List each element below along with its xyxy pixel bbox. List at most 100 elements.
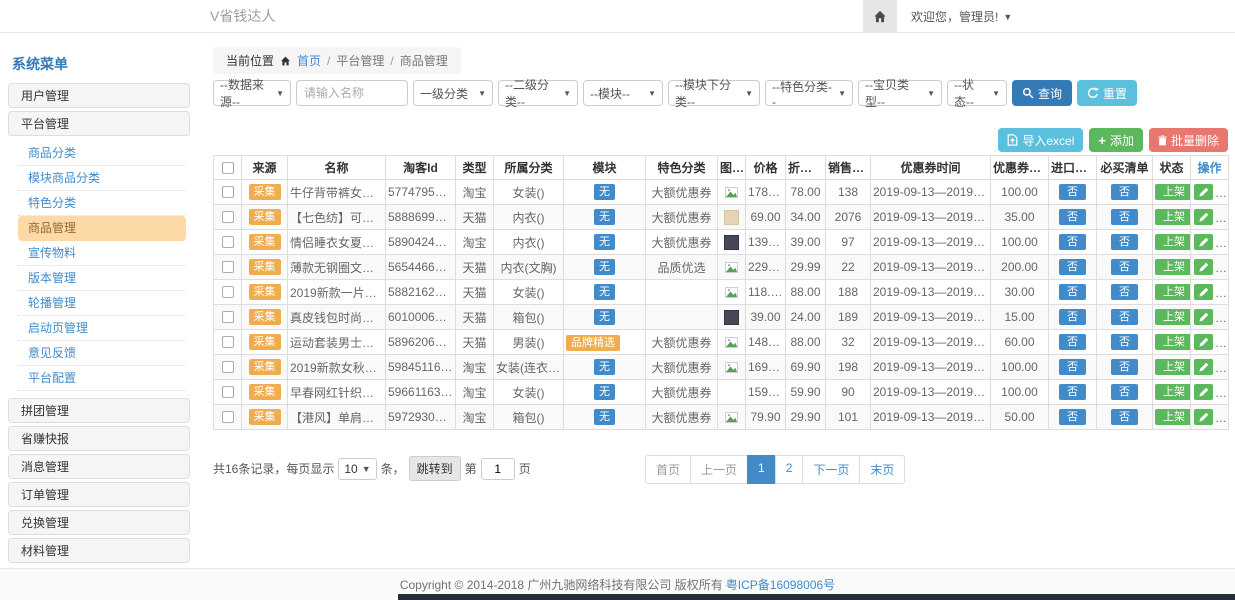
select-all-checkbox[interactable] bbox=[222, 162, 234, 174]
must-buy-toggle[interactable]: 否 bbox=[1111, 359, 1138, 375]
import-select-toggle[interactable]: 否 bbox=[1059, 309, 1086, 325]
status-badge[interactable]: 上架 bbox=[1155, 184, 1191, 200]
sidebar-group-group-buy-management[interactable]: 拼团管理 bbox=[8, 398, 190, 423]
icp-link[interactable]: 粤ICP备16098006号 bbox=[726, 576, 835, 593]
must-buy-toggle[interactable]: 否 bbox=[1111, 334, 1138, 350]
row-checkbox[interactable] bbox=[222, 286, 234, 298]
sidebar-item-platform-config[interactable]: 平台配置 bbox=[18, 366, 186, 391]
sidebar-group-user-management[interactable]: 用户管理 bbox=[8, 83, 190, 108]
row-checkbox[interactable] bbox=[222, 361, 234, 373]
edit-button[interactable] bbox=[1194, 409, 1213, 425]
page-size-select[interactable]: 10 ▼ bbox=[338, 458, 376, 480]
import-select-toggle[interactable]: 否 bbox=[1059, 334, 1086, 350]
jump-page-input[interactable] bbox=[481, 458, 515, 480]
pager-page-2[interactable]: 2 bbox=[775, 455, 804, 484]
product-name-input[interactable] bbox=[296, 80, 408, 106]
sidebar-group-message-management[interactable]: 消息管理 bbox=[8, 454, 190, 479]
edit-button[interactable] bbox=[1194, 184, 1213, 200]
sidebar-item-splash-page-management[interactable]: 启动页管理 bbox=[18, 316, 186, 341]
sidebar-group-exchange-management[interactable]: 兑换管理 bbox=[8, 510, 190, 535]
data-source-select[interactable]: --数据来源--▼ bbox=[213, 80, 291, 106]
reset-button[interactable]: 重置 bbox=[1077, 80, 1137, 106]
row-checkbox[interactable] bbox=[222, 236, 234, 248]
search-button[interactable]: 查询 bbox=[1012, 80, 1072, 106]
pager-page-1[interactable]: 1 bbox=[747, 455, 776, 484]
must-buy-toggle[interactable]: 否 bbox=[1111, 384, 1138, 400]
edit-button[interactable] bbox=[1194, 284, 1213, 300]
import-select-toggle[interactable]: 否 bbox=[1059, 209, 1086, 225]
add-button[interactable]: + 添加 bbox=[1089, 128, 1143, 152]
status-badge[interactable]: 上架 bbox=[1155, 384, 1191, 400]
caret-down-icon: ▼ bbox=[563, 89, 571, 98]
status-badge[interactable]: 上架 bbox=[1155, 409, 1191, 425]
module-select[interactable]: --模块--▼ bbox=[583, 80, 663, 106]
edit-button[interactable] bbox=[1194, 234, 1213, 250]
sidebar-group-platform-management[interactable]: 平台管理 bbox=[8, 111, 190, 136]
status-badge[interactable]: 上架 bbox=[1155, 284, 1191, 300]
edit-button[interactable] bbox=[1194, 209, 1213, 225]
level1-category-select[interactable]: 一级分类▼ bbox=[413, 80, 493, 106]
price-cell: 39.00 bbox=[746, 305, 786, 330]
item-type-select[interactable]: --宝贝类型--▼ bbox=[858, 80, 942, 106]
sidebar-item-carousel-management[interactable]: 轮播管理 bbox=[18, 291, 186, 316]
must-buy-toggle[interactable]: 否 bbox=[1111, 184, 1138, 200]
import-select-toggle[interactable]: 否 bbox=[1059, 384, 1086, 400]
status-badge[interactable]: 上架 bbox=[1155, 309, 1191, 325]
home-button[interactable] bbox=[863, 0, 897, 33]
import-select-toggle[interactable]: 否 bbox=[1059, 359, 1086, 375]
import-select-toggle[interactable]: 否 bbox=[1059, 234, 1086, 250]
edit-button[interactable] bbox=[1194, 359, 1213, 375]
feature-category-select[interactable]: --特色分类--▼ bbox=[765, 80, 853, 106]
status-badge[interactable]: 上架 bbox=[1155, 359, 1191, 375]
must-buy-toggle[interactable]: 否 bbox=[1111, 234, 1138, 250]
sidebar-group-material-management[interactable]: 材料管理 bbox=[8, 538, 190, 563]
status-select[interactable]: --状态--▼ bbox=[947, 80, 1007, 106]
batch-delete-button[interactable]: 批量删除 bbox=[1149, 128, 1228, 152]
sidebar-group-saving-news[interactable]: 省赚快报 bbox=[8, 426, 190, 451]
sidebar-group-order-management[interactable]: 订单管理 bbox=[8, 482, 190, 507]
status-badge[interactable]: 上架 bbox=[1155, 259, 1191, 275]
sidebar-item-feedback[interactable]: 意见反馈 bbox=[18, 341, 186, 366]
row-checkbox[interactable] bbox=[222, 211, 234, 223]
status-badge[interactable]: 上架 bbox=[1155, 209, 1191, 225]
import-select-toggle[interactable]: 否 bbox=[1059, 259, 1086, 275]
status-badge[interactable]: 上架 bbox=[1155, 234, 1191, 250]
sidebar-item-module-product-category[interactable]: 模块商品分类 bbox=[18, 166, 186, 191]
import-excel-button[interactable]: 导入excel bbox=[998, 128, 1083, 152]
breadcrumb-home-link[interactable]: 首页 bbox=[297, 52, 321, 69]
row-checkbox[interactable] bbox=[222, 386, 234, 398]
pager-next-page[interactable]: 下一页 bbox=[802, 455, 860, 484]
sidebar-item-promo-materials[interactable]: 宣传物料 bbox=[18, 241, 186, 266]
import-select-toggle[interactable]: 否 bbox=[1059, 409, 1086, 425]
edit-button[interactable] bbox=[1194, 259, 1213, 275]
must-buy-toggle[interactable]: 否 bbox=[1111, 259, 1138, 275]
must-buy-toggle[interactable]: 否 bbox=[1111, 309, 1138, 325]
import-select-toggle[interactable]: 否 bbox=[1059, 284, 1086, 300]
row-checkbox[interactable] bbox=[222, 311, 234, 323]
user-menu[interactable]: 欢迎您，管理员! ▼ bbox=[911, 8, 1012, 25]
pager-first-page[interactable]: 首页 bbox=[645, 455, 691, 484]
jump-button[interactable]: 跳转到 bbox=[409, 456, 461, 481]
row-checkbox[interactable] bbox=[222, 261, 234, 273]
row-checkbox[interactable] bbox=[222, 411, 234, 423]
table-row: 采集2019新款女秋薄款...598451162391淘宝女装(连衣裙)无大额优… bbox=[214, 355, 1229, 380]
row-checkbox[interactable] bbox=[222, 336, 234, 348]
edit-button[interactable] bbox=[1194, 384, 1213, 400]
sidebar-item-feature-category[interactable]: 特色分类 bbox=[18, 191, 186, 216]
price-cell: 79.90 bbox=[746, 405, 786, 430]
edit-button[interactable] bbox=[1194, 334, 1213, 350]
status-badge[interactable]: 上架 bbox=[1155, 334, 1191, 350]
sidebar-item-product-category[interactable]: 商品分类 bbox=[18, 141, 186, 166]
pager-last-page[interactable]: 末页 bbox=[859, 455, 905, 484]
edit-button[interactable] bbox=[1194, 309, 1213, 325]
pager-prev-page[interactable]: 上一页 bbox=[690, 455, 748, 484]
import-select-toggle[interactable]: 否 bbox=[1059, 184, 1086, 200]
level2-category-select[interactable]: --二级分类--▼ bbox=[498, 80, 578, 106]
sidebar-item-version-management[interactable]: 版本管理 bbox=[18, 266, 186, 291]
must-buy-toggle[interactable]: 否 bbox=[1111, 284, 1138, 300]
must-buy-toggle[interactable]: 否 bbox=[1111, 209, 1138, 225]
sidebar-item-product-management[interactable]: 商品管理 bbox=[18, 216, 186, 241]
row-checkbox[interactable] bbox=[222, 186, 234, 198]
must-buy-toggle[interactable]: 否 bbox=[1111, 409, 1138, 425]
module-subcategory-select[interactable]: --模块下分类--▼ bbox=[668, 80, 760, 106]
